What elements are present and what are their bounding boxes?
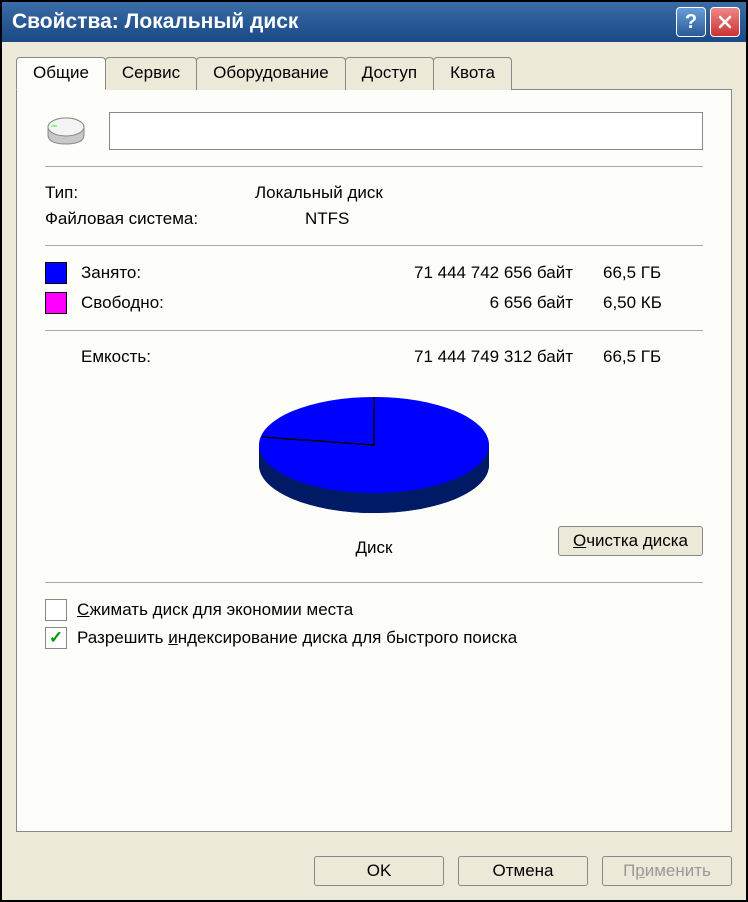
compress-option: Сжимать диск для экономии места	[45, 599, 703, 621]
capacity-label: Емкость:	[81, 347, 221, 367]
capacity-human: 66,5 ГБ	[603, 347, 703, 367]
usage-pie-chart	[244, 375, 504, 525]
apply-button[interactable]: Применить	[602, 856, 732, 886]
capacity-bytes: 71 444 749 312 байт	[221, 347, 603, 367]
cleanup-label-rest: чистка диска	[586, 531, 688, 550]
used-row: Занято: 71 444 742 656 байт 66,5 ГБ	[45, 262, 703, 284]
disk-icon	[45, 113, 87, 149]
compress-label[interactable]: Сжимать диск для экономии места	[77, 600, 353, 620]
close-icon	[718, 15, 732, 29]
used-bytes: 71 444 742 656 байт	[221, 263, 603, 283]
separator	[45, 166, 703, 167]
fs-label: Файловая система:	[45, 209, 305, 229]
help-button[interactable]: ?	[676, 7, 706, 37]
free-swatch	[45, 292, 67, 314]
window-title: Свойства: Локальный диск	[12, 10, 672, 34]
titlebar[interactable]: Свойства: Локальный диск ?	[2, 2, 746, 42]
used-swatch	[45, 262, 67, 284]
properties-window: Свойства: Локальный диск ? Общие Сервис …	[0, 0, 748, 902]
free-bytes: 6 656 байт	[221, 293, 603, 313]
used-label: Занято:	[81, 263, 221, 283]
type-label: Тип:	[45, 183, 255, 203]
separator	[45, 245, 703, 246]
volume-header	[45, 112, 703, 150]
index-checkbox[interactable]: ✓	[45, 627, 67, 649]
tab-general[interactable]: Общие	[16, 57, 106, 90]
volume-label-input[interactable]	[109, 112, 703, 150]
tab-quota[interactable]: Квота	[433, 57, 512, 90]
index-label[interactable]: Разрешить индексирование диска для быстр…	[77, 628, 517, 648]
tab-sharing[interactable]: Доступ	[345, 57, 434, 90]
capacity-row: Емкость: 71 444 749 312 байт 66,5 ГБ	[45, 347, 703, 367]
filesystem-row: Файловая система: NTFS	[45, 209, 703, 229]
close-button[interactable]	[710, 7, 740, 37]
used-human: 66,5 ГБ	[603, 263, 703, 283]
compress-checkbox[interactable]	[45, 599, 67, 621]
free-row: Свободно: 6 656 байт 6,50 КБ	[45, 292, 703, 314]
fs-value: NTFS	[305, 209, 703, 229]
cancel-button[interactable]: Отмена	[458, 856, 588, 886]
free-human: 6,50 КБ	[603, 293, 703, 313]
disk-cleanup-button[interactable]: Очистка диска	[558, 526, 703, 556]
separator	[45, 330, 703, 331]
separator	[45, 582, 703, 583]
tab-strip: Общие Сервис Оборудование Доступ Квота	[2, 42, 746, 89]
tab-service[interactable]: Сервис	[105, 57, 197, 90]
general-panel: Тип: Локальный диск Файловая система: NT…	[16, 89, 732, 832]
pie-area: Диск Очистка диска	[45, 375, 703, 558]
dialog-buttons: OK Отмена Применить	[2, 846, 746, 900]
tab-hardware[interactable]: Оборудование	[196, 57, 346, 90]
type-row: Тип: Локальный диск	[45, 183, 703, 203]
type-value: Локальный диск	[255, 183, 703, 203]
free-label: Свободно:	[81, 293, 221, 313]
index-option: ✓ Разрешить индексирование диска для быс…	[45, 627, 703, 649]
ok-button[interactable]: OK	[314, 856, 444, 886]
pie-disk-label: Диск	[244, 538, 504, 558]
